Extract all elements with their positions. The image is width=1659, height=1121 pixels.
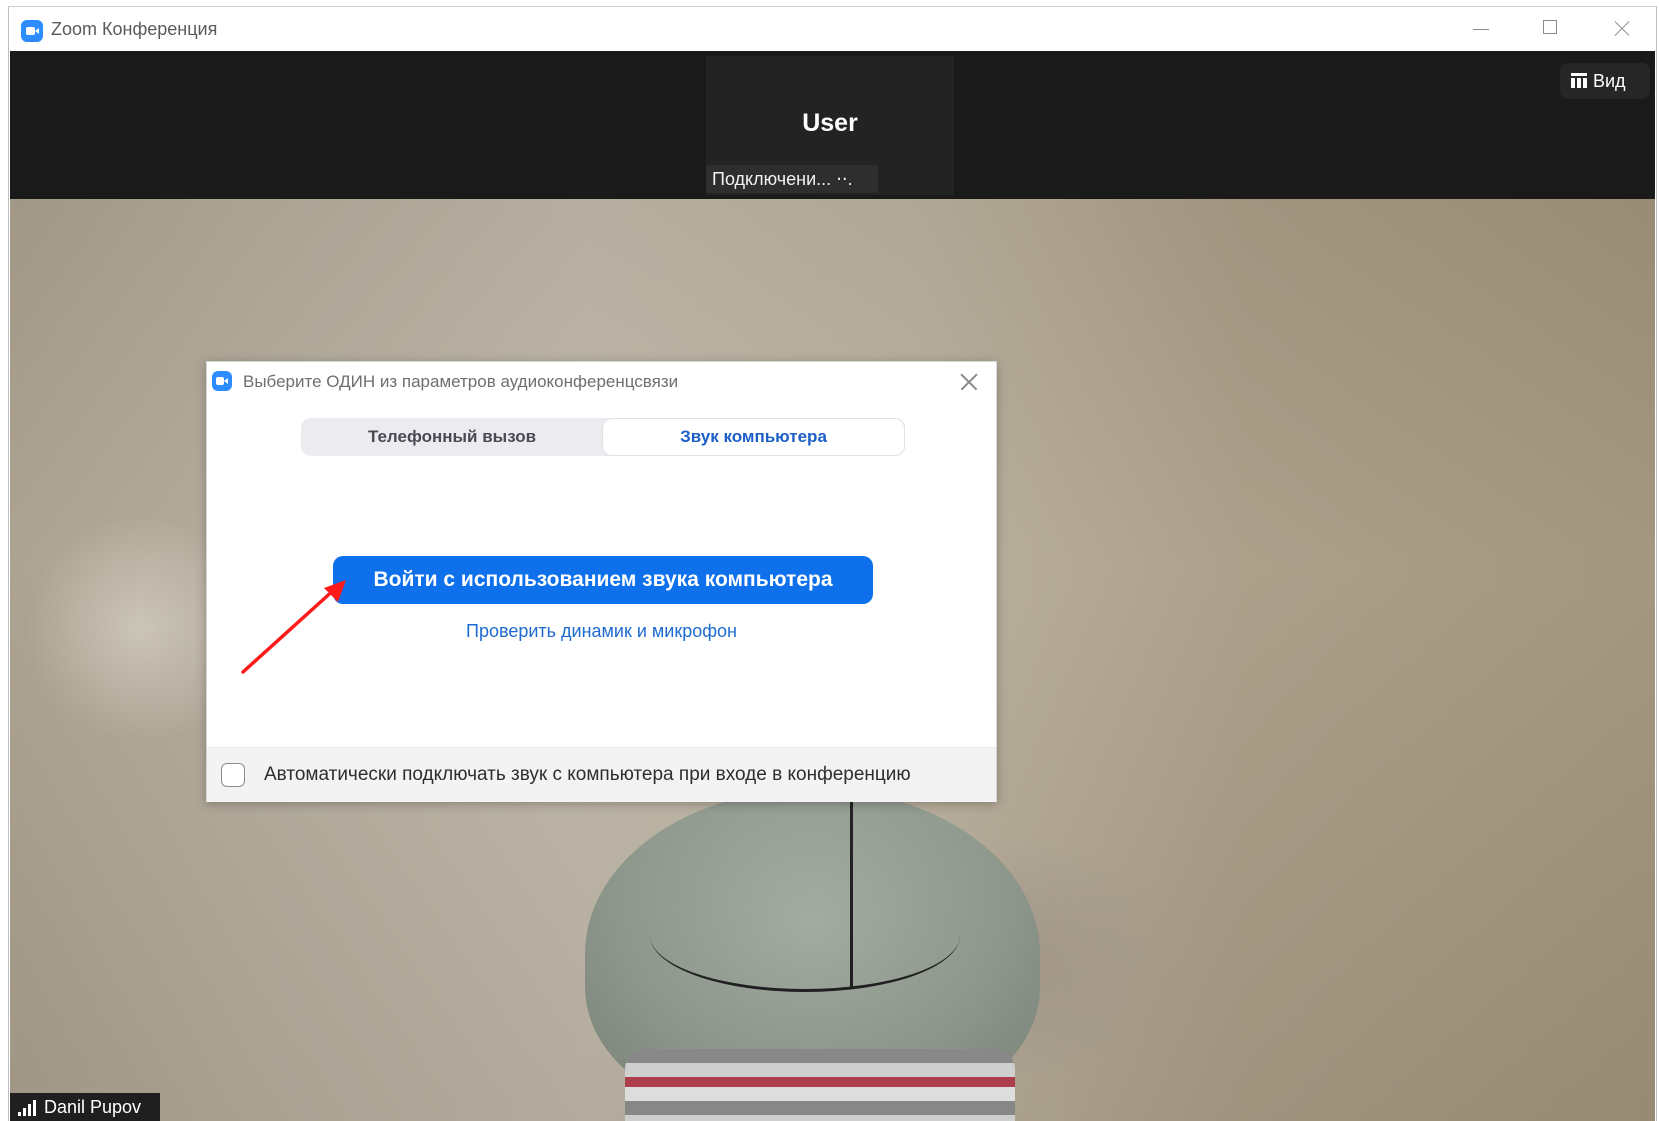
title-bar: Zoom Конференция [9, 7, 1656, 51]
zoom-camera-icon [212, 371, 232, 391]
participant-name: User [802, 109, 858, 137]
close-window-button[interactable] [1589, 7, 1651, 51]
dialog-title: Выберите ОДИН из параметров аудиоконфере… [243, 372, 679, 391]
name-tag-label: Danil Pupov [44, 1097, 142, 1117]
dialog-close-button[interactable] [957, 370, 981, 394]
view-button[interactable]: Вид [1560, 63, 1650, 99]
audio-tabs: Телефонный вызов Звук компьютера [301, 418, 905, 456]
dialog-footer: Автоматически подключать звук с компьюте… [207, 747, 996, 802]
minimize-button[interactable] [1449, 7, 1511, 51]
annotation-arrow-icon [241, 580, 346, 674]
maximize-button[interactable] [1519, 7, 1581, 51]
grid-view-icon [1571, 73, 1587, 88]
video-name-tag: Danil Pupov [10, 1093, 160, 1121]
window-title: Zoom Конференция [51, 19, 218, 39]
join-computer-audio-button[interactable]: Войти с использованием звука компьютера [333, 556, 873, 604]
zoom-camera-icon [21, 20, 43, 42]
auto-connect-checkbox[interactable] [221, 763, 245, 787]
signal-strength-icon [18, 1100, 38, 1116]
participant-status: Подключени... ⋅⋅. [706, 165, 878, 193]
auto-connect-label[interactable]: Автоматически подключать звук с компьюте… [264, 764, 911, 786]
tab-phone-call[interactable]: Телефонный вызов [301, 418, 603, 456]
view-button-label: Вид [1593, 71, 1626, 91]
tab-computer-audio[interactable]: Звук компьютера [603, 419, 904, 455]
